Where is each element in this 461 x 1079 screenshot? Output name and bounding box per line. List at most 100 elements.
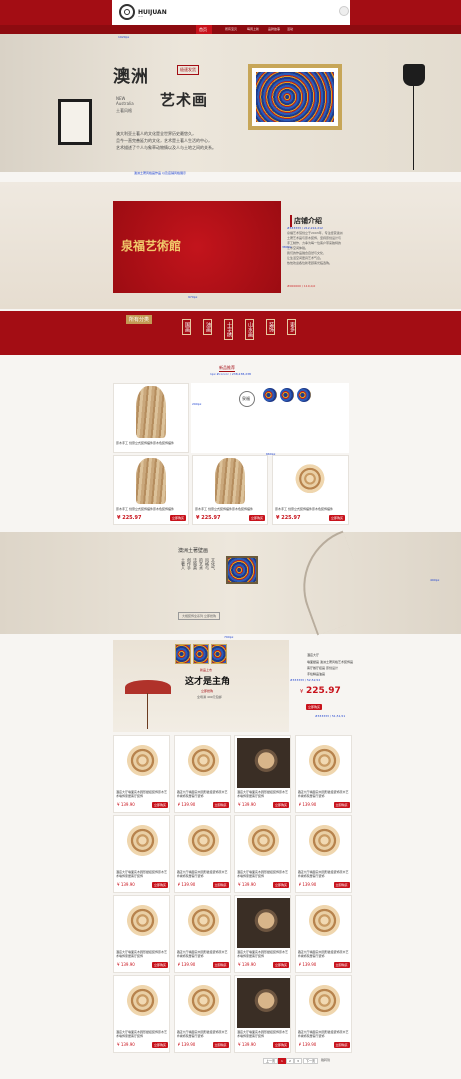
product-card-1[interactable]: 原木手工 创意立式装饰摆件原木色装饰摆件 ¥ 225.97 立即购买 bbox=[113, 455, 189, 525]
promo-annotation-1: #333333 / 52,52,52 bbox=[290, 678, 321, 682]
grid-product-card[interactable]: 酒店大厅墙面实木圆形壁挂装饰原木艺术墙饰家居客厅装饰 ¥ 139.90 立即购买 bbox=[234, 815, 291, 893]
category-item-6[interactable]: 更多 bbox=[287, 319, 296, 335]
featured-product-large[interactable]: 原木手工 创意立式装饰摆件原木色装饰摆件 bbox=[113, 383, 189, 453]
featured-image bbox=[136, 386, 166, 438]
grid-product-card[interactable]: 酒店大厅墙面实木圆形壁挂装饰原木艺术墙饰家居客厅装饰 ¥ 139.90 立即购买 bbox=[173, 975, 231, 1053]
grid-buy-button[interactable]: 立即购买 bbox=[212, 882, 229, 888]
product-card-2[interactable]: 原木手工 创意立式装饰摆件原木色装饰摆件 ¥ 225.97 立即购买 bbox=[192, 455, 268, 525]
category-item-1[interactable]: 国画 bbox=[182, 319, 191, 335]
category-item-3[interactable]: 十字绣 bbox=[224, 319, 233, 340]
grid-buy-button[interactable]: 立即购买 bbox=[273, 802, 290, 808]
grid-buy-button[interactable]: 立即购买 bbox=[152, 962, 169, 968]
pagination-page-1[interactable]: 1 bbox=[278, 1058, 286, 1064]
pagination-jump[interactable]: 跳转到 bbox=[321, 1058, 330, 1062]
category-item-2[interactable]: 油画 bbox=[203, 319, 212, 335]
shop-body-7: 热忱欢迎各位新老顾客光临选购。 bbox=[287, 261, 333, 265]
shop-banner-text: 泉福艺術館 bbox=[121, 239, 182, 253]
buy-button-1[interactable]: 立即购买 bbox=[170, 515, 187, 521]
promo-buy-button[interactable]: 立即购买 bbox=[306, 704, 323, 710]
grid-buy-button[interactable]: 立即购买 bbox=[152, 802, 169, 808]
culture-button[interactable]: 大幅装饰全系列 立即抢购 bbox=[178, 612, 220, 620]
grid-product-card[interactable]: 酒店大厅墙面实木圆形壁挂装饰原木艺术墙饰家居客厅装饰 ¥ 139.90 立即购买 bbox=[113, 975, 170, 1053]
grid-product-image bbox=[297, 978, 351, 1028]
promo-line-3: 立即抢购 bbox=[201, 689, 214, 693]
grid-buy-button[interactable]: 立即购买 bbox=[333, 882, 350, 888]
hero-desc-1: 澳大利亚土著人的文化是全世界历史最悠久， bbox=[116, 131, 196, 136]
grid-product-card[interactable]: 酒店大厅墙面实木圆形壁挂装饰原木艺术墙饰家居客厅装饰 ¥ 139.90 立即购买 bbox=[234, 735, 291, 813]
nav-item-all[interactable]: 所有宝贝 bbox=[225, 27, 237, 31]
grid-product-card[interactable]: 酒店大厅墙面实木圆形壁挂装饰原木艺术墙饰家居客厅装饰 ¥ 139.90 立即购买 bbox=[173, 735, 231, 813]
grid-product-price: ¥ 139.90 bbox=[238, 1042, 256, 1047]
grid-product-price: ¥ 139.90 bbox=[298, 802, 317, 807]
promo-side-desc-1: 墙面壁画 澳洲土著风格艺术装饰画 bbox=[307, 660, 353, 664]
logo-tagline: Ⅰ/Ⅱ/ⅡⅡ bbox=[138, 16, 143, 18]
category-item-5[interactable]: 装饰 bbox=[266, 319, 275, 335]
nav-item-story[interactable]: 品牌故事 bbox=[268, 27, 280, 31]
grid-buy-button[interactable]: 立即购买 bbox=[152, 882, 169, 888]
category-label: 所有分类 bbox=[126, 315, 153, 324]
shop-annotation-1: #333333 / 212,212,212 bbox=[287, 226, 323, 230]
grid-buy-button[interactable]: 立即购买 bbox=[333, 1042, 350, 1048]
grid-product-card[interactable]: 酒店大厅墙面实木圆形壁挂装饰原木艺术墙饰家居客厅装饰 ¥ 139.90 立即购买 bbox=[234, 895, 291, 973]
grid-product-image bbox=[116, 898, 169, 948]
grid-product-name: 酒店大厅墙面实木圆形壁挂装饰原木艺术墙饰家居客厅装饰 bbox=[237, 870, 289, 878]
pagination-next[interactable]: 下一页 bbox=[303, 1058, 319, 1064]
shop-body-2: 土著艺术画与原木装饰，坚持原创设计与 bbox=[287, 236, 342, 240]
grid-product-card[interactable]: 酒店大厅墙面实木圆形壁挂装饰原木艺术墙饰家居客厅装饰 ¥ 139.90 立即购买 bbox=[294, 975, 352, 1053]
grid-buy-button[interactable]: 立即购买 bbox=[212, 802, 229, 808]
grid-product-name: 酒店大厅墙面实木圆形壁挂装饰原木艺术墙饰家居客厅装饰 bbox=[176, 870, 228, 878]
grid-product-name: 酒店大厅墙面实木圆形壁挂装饰原木艺术墙饰家居客厅装饰 bbox=[297, 1030, 349, 1038]
shop-height-note: 380px bbox=[282, 245, 292, 249]
hero-frame-left bbox=[58, 99, 92, 145]
main-promo-banner[interactable]: 新品上市 这才是主角 立即抢购 全场满 499元包邮 bbox=[113, 640, 289, 732]
grid-product-image bbox=[297, 818, 351, 868]
buy-button-3[interactable]: 立即购买 bbox=[329, 515, 346, 521]
grid-buy-button[interactable]: 立即购买 bbox=[212, 1042, 229, 1048]
umbrella-pole bbox=[147, 693, 148, 729]
grid-product-name: 酒店大厅墙面实木圆形壁挂装饰原木艺术墙饰家居客厅装饰 bbox=[116, 950, 168, 958]
grid-buy-button[interactable]: 立即购买 bbox=[333, 802, 350, 808]
nav-item-home[interactable]: 首页 bbox=[199, 27, 207, 33]
product-price-3: ¥ 225.97 bbox=[276, 515, 301, 521]
grid-product-image bbox=[237, 738, 290, 788]
grid-buy-button[interactable]: 立即购买 bbox=[273, 962, 290, 968]
grid-product-card[interactable]: 酒店大厅墙面实木圆形壁挂装饰原木艺术墙饰家居客厅装饰 ¥ 139.90 立即购买 bbox=[294, 815, 352, 893]
pagination-page-3[interactable]: 3 bbox=[294, 1058, 302, 1064]
product-card-3[interactable]: 原木手工 创意立式装饰摆件原木色装饰摆件 ¥ 225.97 立即购买 bbox=[272, 455, 349, 525]
grid-product-card[interactable]: 酒店大厅墙面实木圆形壁挂装饰原木艺术墙饰家居客厅装饰 ¥ 139.90 立即购买 bbox=[113, 815, 170, 893]
buy-button-2[interactable]: 立即购买 bbox=[249, 515, 266, 521]
lamp-pole bbox=[413, 86, 414, 170]
hero-painting bbox=[256, 72, 334, 122]
grid-buy-button[interactable]: 立即购买 bbox=[273, 1042, 290, 1048]
grid-product-name: 酒店大厅墙面实木圆形壁挂装饰原木艺术墙饰家居客厅装饰 bbox=[237, 950, 289, 958]
grid-product-card[interactable]: 酒店大厅墙面实木圆形壁挂装饰原木艺术墙饰家居客厅装饰 ¥ 139.90 立即购买 bbox=[173, 895, 231, 973]
product-grid: 酒店大厅墙面实木圆形壁挂装饰原木艺术墙饰家居客厅装饰 ¥ 139.90 立即购买 酒店… bbox=[113, 735, 352, 1055]
shop-banner: 泉福艺術館 bbox=[113, 201, 281, 293]
grid-product-card[interactable]: 酒店大厅墙面实木圆形壁挂装饰原木艺术墙饰家居客厅装饰 ¥ 139.90 立即购买 bbox=[234, 975, 291, 1053]
hero-size-note: 1920px bbox=[118, 35, 130, 39]
nav-item-event[interactable]: 活动 bbox=[287, 27, 293, 31]
featured-promo[interactable]: 泉福 bbox=[191, 383, 349, 453]
pagination-prev[interactable]: 上一页 bbox=[263, 1058, 279, 1064]
grid-product-card[interactable]: 酒店大厅墙面实木圆形壁挂装饰原木艺术墙饰家居客厅装饰 ¥ 139.90 立即购买 bbox=[294, 895, 352, 973]
logo-text: HUIJUAN bbox=[138, 9, 167, 16]
favorite-icon[interactable] bbox=[339, 6, 349, 16]
grid-product-card[interactable]: 酒店大厅墙面实木圆形壁挂装饰原木艺术墙饰家居客厅装饰 ¥ 139.90 立即购买 bbox=[294, 735, 352, 813]
grid-product-card[interactable]: 酒店大厅墙面实木圆形壁挂装饰原木艺术墙饰家居客厅装饰 ¥ 139.90 立即购买 bbox=[113, 895, 170, 973]
grid-product-price: ¥ 139.90 bbox=[177, 1042, 196, 1047]
nav-item-new[interactable]: 每周上新 bbox=[247, 27, 259, 31]
hero-banner: 澳洲 艺术画 极速发货 NEW Australia 土著风格 澳大利亚土著人的文… bbox=[0, 34, 461, 172]
grid-product-name: 酒店大厅墙面实木圆形壁挂装饰原木艺术墙饰家居客厅装饰 bbox=[176, 1030, 228, 1038]
grid-product-card[interactable]: 酒店大厅墙面实木圆形壁挂装饰原木艺术墙饰家居客厅装饰 ¥ 139.90 立即购买 bbox=[173, 815, 231, 893]
promo-side-title: 酒店大厅 bbox=[307, 653, 320, 657]
grid-buy-button[interactable]: 立即购买 bbox=[152, 1042, 169, 1048]
pagination-page-2[interactable]: 2 bbox=[286, 1058, 294, 1064]
grid-product-image bbox=[297, 898, 351, 948]
grid-buy-button[interactable]: 立即购买 bbox=[212, 962, 229, 968]
grid-product-card[interactable]: 酒店大厅墙面实木圆形壁挂装饰原木艺术墙饰家居客厅装饰 ¥ 139.90 立即购买 bbox=[113, 735, 170, 813]
grid-buy-button[interactable]: 立即购买 bbox=[333, 962, 350, 968]
grid-buy-button[interactable]: 立即购买 bbox=[273, 882, 290, 888]
category-item-4[interactable]: 山水画 bbox=[245, 319, 254, 340]
promo-line-4: 全场满 499元包邮 bbox=[197, 695, 222, 699]
shop-body-6: 让生活空间更具艺术气息。 bbox=[287, 256, 324, 260]
